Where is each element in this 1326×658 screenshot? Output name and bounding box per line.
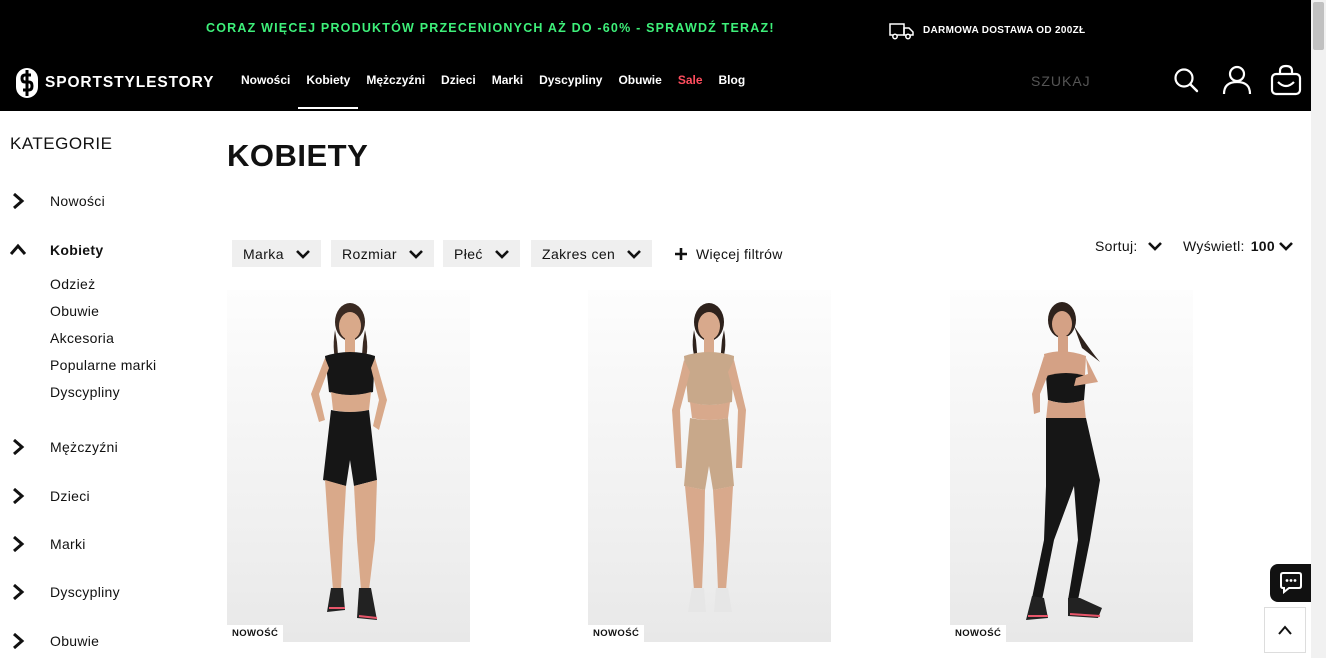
- sidebar-subitem-odziez[interactable]: Odzież: [50, 276, 95, 292]
- chevron-down-icon: [494, 249, 509, 259]
- chevron-down-icon: [1279, 242, 1293, 251]
- sort-label: Sortuj:: [1095, 238, 1138, 254]
- chat-button[interactable]: [1270, 564, 1311, 602]
- nav-item-marki[interactable]: Marki: [492, 58, 523, 111]
- nav-item-obuwie[interactable]: Obuwie: [618, 58, 661, 111]
- sidebar-item-label: Marki: [50, 536, 86, 552]
- sidebar-subitem-akcesoria[interactable]: Akcesoria: [50, 330, 114, 346]
- page-title: KOBIETY: [227, 138, 369, 173]
- logo-mark-icon: [16, 68, 38, 98]
- sidebar-item-label: Dzieci: [50, 488, 90, 504]
- nav-item-nowosci[interactable]: Nowości: [241, 58, 290, 111]
- chevron-right-icon: [13, 584, 25, 600]
- scroll-to-top-button[interactable]: [1264, 607, 1306, 653]
- sidebar-item-kobiety[interactable]: Kobiety: [10, 242, 103, 258]
- sidebar-item-nowosci[interactable]: Nowości: [10, 193, 105, 209]
- product-card[interactable]: NOWOŚĆ: [950, 290, 1193, 642]
- product-image: [1026, 302, 1102, 620]
- nav-item-kobiety[interactable]: Kobiety: [298, 58, 359, 111]
- sidebar-title: KATEGORIE: [10, 134, 113, 153]
- nav-item-blog[interactable]: Blog: [719, 58, 746, 111]
- filter-label: Rozmiar: [342, 245, 397, 262]
- truck-icon: [889, 23, 914, 40]
- cart-icon[interactable]: [1270, 64, 1302, 96]
- new-badge: NOWOŚĆ: [950, 625, 1007, 642]
- filter-label: Płeć: [454, 245, 483, 262]
- nav-item-dzieci[interactable]: Dzieci: [441, 58, 476, 111]
- logo-text: SPORTSTYLESTORY: [45, 74, 215, 91]
- product-image: [311, 303, 387, 620]
- chevron-down-icon: [295, 249, 310, 259]
- filter-label: Marka: [243, 245, 284, 262]
- nav-item-mezczyzni[interactable]: Mężczyźni: [366, 58, 425, 111]
- user-icon[interactable]: [1221, 64, 1253, 96]
- sidebar-item-dyscypliny[interactable]: Dyscypliny: [10, 584, 120, 600]
- plus-icon: [675, 248, 687, 260]
- chevron-right-icon: [13, 633, 25, 649]
- sidebar-item-label: Dyscypliny: [50, 584, 120, 600]
- filter-rozmiar[interactable]: Rozmiar: [331, 240, 434, 267]
- sidebar-subitem-obuwie[interactable]: Obuwie: [50, 303, 99, 319]
- sidebar-item-dzieci[interactable]: Dzieci: [10, 488, 90, 504]
- filter-plec[interactable]: Płeć: [443, 240, 520, 267]
- sidebar-item-marki[interactable]: Marki: [10, 536, 85, 552]
- chevron-right-icon: [13, 536, 25, 552]
- filter-label: Zakres cen: [542, 245, 616, 262]
- promo-text[interactable]: CORAZ WIĘCEJ PRODUKTÓW PRZECENIONYCH AŻ …: [206, 21, 775, 35]
- arrow-up-icon: [1278, 625, 1292, 635]
- more-filters-button[interactable]: Więcej filtrów: [674, 246, 783, 262]
- promo-bar: CORAZ WIĘCEJ PRODUKTÓW PRZECENIONYCH AŻ …: [0, 0, 1311, 58]
- nav-item-sale[interactable]: Sale: [678, 58, 703, 111]
- sidebar-subitem-popularne-marki[interactable]: Popularne marki: [50, 357, 156, 373]
- show-count-dropdown[interactable]: Wyświetl: 100: [1183, 238, 1293, 254]
- sidebar-item-label: Obuwie: [50, 633, 100, 649]
- product-card[interactable]: NOWOŚĆ: [227, 290, 470, 642]
- nav-item-dyscypliny[interactable]: Dyscypliny: [539, 58, 602, 111]
- chat-icon: [1279, 572, 1302, 594]
- new-badge: NOWOŚĆ: [588, 625, 645, 642]
- sidebar-item-label: Mężczyźni: [50, 439, 119, 455]
- chevron-up-icon: [10, 243, 26, 255]
- sidebar-item-label: Kobiety: [50, 242, 104, 258]
- chevron-right-icon: [13, 439, 25, 455]
- scrollbar-thumb[interactable]: [1313, 2, 1324, 50]
- product-card[interactable]: NOWOŚĆ: [588, 290, 831, 642]
- chevron-down-icon: [627, 249, 642, 259]
- sidebar-item-label: Nowości: [50, 193, 106, 209]
- search-input[interactable]: SZUKAJ: [1031, 73, 1091, 89]
- chevron-down-icon: [1147, 242, 1162, 251]
- product-image: [672, 303, 746, 612]
- free-shipping-text: DARMOWA DOSTAWA OD 200ZŁ: [923, 25, 1086, 36]
- chevron-down-icon: [409, 249, 423, 259]
- sidebar-item-mezczyzni[interactable]: Mężczyźni: [10, 439, 118, 455]
- chevron-right-icon: [13, 488, 25, 504]
- logo[interactable]: SPORTSTYLESTORY: [16, 68, 214, 98]
- sort-dropdown[interactable]: Sortuj:: [1095, 238, 1162, 254]
- filter-marka[interactable]: Marka: [232, 240, 321, 267]
- main-header: SPORTSTYLESTORY Nowości Kobiety Mężczyźn…: [0, 58, 1311, 111]
- new-badge: NOWOŚĆ: [227, 625, 284, 642]
- scrollbar[interactable]: [1311, 0, 1326, 658]
- filter-zakres-cen[interactable]: Zakres cen: [531, 240, 653, 267]
- show-label: Wyświetl:: [1183, 238, 1245, 254]
- sidebar-item-obuwie[interactable]: Obuwie: [10, 633, 99, 649]
- search-icon[interactable]: [1171, 64, 1203, 96]
- sidebar-subitem-dyscypliny[interactable]: Dyscypliny: [50, 384, 120, 400]
- chevron-right-icon: [13, 193, 25, 209]
- show-value: 100: [1250, 238, 1275, 254]
- main-nav: Nowości Kobiety Mężczyźni Dzieci Marki D…: [241, 58, 761, 111]
- more-filters-label: Więcej filtrów: [696, 246, 783, 262]
